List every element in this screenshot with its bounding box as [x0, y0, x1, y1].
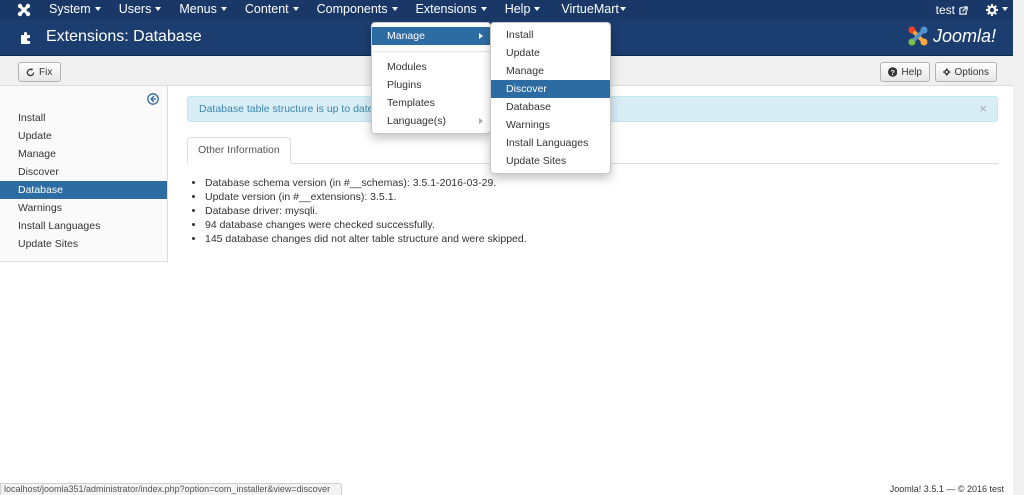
submenu-item-discover[interactable]: Discover [491, 80, 610, 98]
collapse-sidebar-icon[interactable] [147, 93, 159, 105]
sidebar-item-update[interactable]: Update [0, 127, 167, 145]
external-link-icon [959, 5, 968, 15]
user-area: test [936, 0, 1008, 20]
sidebar-item-update-sites[interactable]: Update Sites [0, 235, 167, 253]
chevron-down-icon [94, 6, 101, 11]
tab-other-information[interactable]: Other Information [187, 137, 291, 164]
sidebar-item-install[interactable]: Install [0, 109, 167, 127]
menu-users-label: Users [118, 2, 152, 16]
logo-text: Joomla! [932, 25, 996, 46]
dropdown-item-manage[interactable]: Manage [372, 27, 490, 45]
puzzle-icon [21, 32, 30, 44]
dropdown-item-plugins[interactable]: Plugins [372, 76, 490, 94]
menu-content[interactable]: Content [236, 0, 308, 20]
question-icon: ? [888, 67, 898, 77]
manage-submenu: Install Update Manage Discover Database … [490, 22, 611, 174]
list-item: Database driver: mysqli. [205, 204, 527, 218]
menu-users[interactable]: Users [110, 0, 171, 20]
menu-help-label: Help [504, 2, 531, 16]
options-button[interactable]: Options [935, 62, 997, 82]
page-scrollbar[interactable] [1013, 0, 1024, 495]
menu-virtuemart-label: VirtueMart [561, 2, 619, 16]
submenu-item-install[interactable]: Install [491, 26, 610, 44]
submenu-item-database[interactable]: Database [491, 98, 610, 116]
menu-system[interactable]: System [40, 0, 110, 20]
page-title: Extensions: Database [46, 28, 202, 45]
dropdown-item-languages[interactable]: Language(s) [372, 112, 490, 130]
refresh-icon [26, 67, 35, 76]
list-item: 94 database changes were checked success… [205, 218, 527, 232]
footer-copyright: Joomla! 3.5.1 — © 2016 test [889, 484, 1004, 494]
chevron-down-icon [292, 6, 299, 11]
menu-menus-label: Menus [179, 2, 217, 16]
list-item: Update version (in #__extensions): 3.5.1… [205, 190, 527, 204]
menu-extensions[interactable]: Extensions [407, 0, 496, 20]
list-item: Database schema version (in #__schemas):… [205, 176, 527, 190]
chevron-down-icon [220, 6, 227, 11]
chevron-down-icon [480, 6, 487, 11]
submenu-item-warnings[interactable]: Warnings [491, 116, 610, 134]
chevron-down-icon [391, 6, 398, 11]
sidebar-item-install-languages[interactable]: Install Languages [0, 217, 167, 235]
menu-menus[interactable]: Menus [170, 0, 236, 20]
chevron-down-icon [534, 6, 541, 11]
menu-virtuemart[interactable]: VirtueMart [549, 0, 634, 20]
main-menu: System Users Menus Content Components Ex… [40, 0, 635, 20]
user-link[interactable]: test [936, 3, 968, 17]
submenu-item-install-languages[interactable]: Install Languages [491, 134, 610, 152]
submenu-item-manage[interactable]: Manage [491, 62, 610, 80]
submenu-item-update-sites[interactable]: Update Sites [491, 152, 610, 170]
sidebar-item-discover[interactable]: Discover [0, 163, 167, 181]
dropdown-item-modules[interactable]: Modules [372, 58, 490, 76]
fix-button-label: Fix [39, 66, 53, 78]
menu-system-label: System [49, 2, 91, 16]
top-navbar: System Users Menus Content Components Ex… [0, 0, 1024, 20]
user-name: test [935, 3, 955, 17]
chevron-right-icon [479, 33, 483, 39]
sidebar-item-warnings[interactable]: Warnings [0, 199, 167, 217]
list-item: 145 database changes did not alter table… [205, 232, 527, 246]
extensions-dropdown: Manage Modules Plugins Templates Languag… [371, 22, 491, 134]
sidebar: Install Update Manage Discover Database … [0, 86, 168, 262]
chevron-down-icon [155, 6, 162, 11]
svg-text:?: ? [890, 68, 895, 77]
sidebar-item-manage[interactable]: Manage [0, 145, 167, 163]
joomla-logo: Joomla! [907, 25, 996, 47]
submenu-item-update[interactable]: Update [491, 44, 610, 62]
chevron-down-icon [619, 6, 626, 11]
options-button-label: Options [954, 66, 989, 78]
settings-menu[interactable] [986, 4, 1008, 16]
help-button[interactable]: ? Help [880, 62, 930, 82]
database-info-list: Database schema version (in #__schemas):… [205, 176, 527, 246]
menu-extensions-label: Extensions [415, 2, 477, 16]
browser-status-url: localhost/joomla351/administrator/index.… [0, 483, 342, 495]
menu-content-label: Content [244, 2, 289, 16]
dropdown-item-templates[interactable]: Templates [372, 94, 490, 112]
dropdown-item-manage-label: Manage [387, 30, 425, 42]
menu-divider [373, 51, 491, 52]
alert-message: Database table structure is up to date. [199, 103, 377, 115]
menu-help[interactable]: Help [496, 0, 550, 20]
joomla-icon[interactable] [16, 2, 32, 18]
gear-icon [986, 4, 998, 16]
chevron-down-icon [1002, 7, 1008, 11]
sidebar-item-database[interactable]: Database [0, 181, 167, 199]
dropdown-item-languages-label: Language(s) [387, 115, 446, 127]
menu-components-label: Components [316, 2, 388, 16]
fix-button[interactable]: Fix [18, 62, 61, 82]
chevron-right-icon [479, 118, 483, 124]
gear-icon [943, 68, 951, 76]
joomla-logo-icon [908, 26, 928, 46]
menu-components[interactable]: Components [308, 0, 407, 20]
help-button-label: Help [901, 66, 922, 78]
close-icon[interactable]: × [979, 97, 987, 121]
